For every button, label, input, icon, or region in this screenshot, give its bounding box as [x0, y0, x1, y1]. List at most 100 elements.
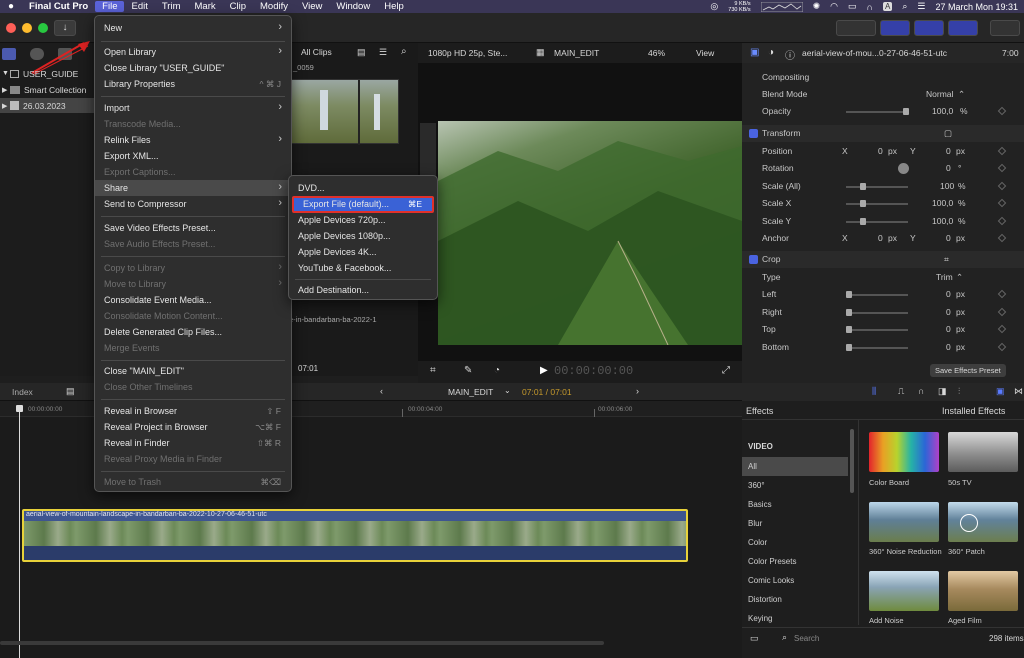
crop-checkbox[interactable] [749, 255, 758, 264]
datetime[interactable]: 27 March Mon 19:31 [935, 2, 1018, 12]
rotation-value[interactable]: 0 [946, 163, 951, 173]
audio-meters-icon[interactable]: ⫼ [872, 386, 876, 397]
menu-mark[interactable]: Mark [188, 1, 223, 12]
keyframe-button[interactable] [997, 342, 1007, 352]
crop-left-value[interactable]: 0 [946, 289, 951, 299]
apple-menu-icon[interactable]: ● [0, 1, 22, 12]
crop-left-knob[interactable] [846, 291, 852, 298]
keyframe-button[interactable] [997, 289, 1007, 299]
browser-toggle-button[interactable] [880, 20, 910, 36]
scale-y-slider[interactable] [846, 221, 908, 223]
menu-file[interactable]: File [95, 1, 125, 12]
transform-tool-icon[interactable]: ⌗ [430, 365, 436, 376]
smart-collections-item[interactable]: ▶ Smart Collection [0, 82, 95, 97]
control-center-icon[interactable]: ☰ [917, 1, 925, 12]
effect-thumb-add-noise[interactable] [869, 571, 939, 611]
viewer-view-dropdown[interactable]: View [696, 48, 714, 58]
filmstrip-view-icon[interactable]: ▤ [357, 47, 366, 58]
category-blur[interactable]: Blur [742, 514, 848, 533]
crop-header[interactable]: Crop ⌗ [742, 251, 1024, 268]
compositing-header[interactable]: Compositing [742, 69, 1024, 86]
menu-item-share[interactable]: Share › [95, 180, 291, 196]
keyframe-button[interactable] [997, 324, 1007, 334]
crop-top-value[interactable]: 0 [946, 324, 951, 334]
share-item-youtube-facebook[interactable]: YouTube & Facebook... [289, 260, 437, 276]
menu-item-close-main-edit[interactable]: Close "MAIN_EDIT" [95, 363, 291, 379]
skimming-icon[interactable]: ⎍ [898, 386, 904, 397]
category-360[interactable]: 360° [742, 476, 848, 495]
share-item-dvd[interactable]: DVD... [289, 180, 437, 196]
menu-view[interactable]: View [295, 1, 329, 12]
disclosure-icon[interactable]: ▶ [2, 86, 10, 94]
menu-help[interactable]: Help [377, 1, 411, 12]
opacity-value[interactable]: 100,0 [932, 106, 953, 116]
search-icon[interactable]: ⌕ [902, 1, 907, 12]
category-keying[interactable]: Keying [742, 609, 848, 628]
crop-overlay-icon[interactable]: ⌗ [944, 254, 949, 265]
opacity-slider[interactable] [846, 111, 908, 113]
search-icon[interactable]: ⌕ [401, 46, 407, 57]
menu-item-new[interactable]: New › [95, 20, 291, 36]
play-button[interactable]: ▶ [540, 365, 548, 376]
menu-item-consolidate-event-media[interactable]: Consolidate Event Media... [95, 292, 291, 308]
scale-y-knob[interactable] [860, 218, 866, 225]
enhance-tool-icon[interactable]: ✎ [464, 365, 472, 376]
crop-bottom-knob[interactable] [846, 344, 852, 351]
menu-item-import[interactable]: Import › [95, 100, 291, 116]
headphones-icon[interactable]: ∩ [918, 386, 924, 396]
layout-button[interactable] [836, 20, 876, 36]
menu-item-export-xml[interactable]: Export XML... [95, 148, 291, 164]
keyframe-button[interactable] [997, 233, 1007, 243]
effects-browser-icon[interactable]: ▣ [996, 386, 1005, 397]
share-item-export-file[interactable]: Export File (default)... ⌘E [292, 196, 434, 213]
position-x-value[interactable]: 0 [878, 146, 883, 156]
snapping-icon[interactable]: ⫶ [958, 386, 960, 397]
scale-all-knob[interactable] [860, 183, 866, 190]
viewer-format-label[interactable]: 1080p HD 25p, Ste... [428, 48, 507, 58]
minimize-window-button[interactable] [22, 23, 32, 33]
crop-top-knob[interactable] [846, 326, 852, 333]
import-button[interactable]: ↓ [54, 20, 76, 36]
menu-edit[interactable]: Edit [124, 1, 154, 12]
scale-x-value[interactable]: 100,0 [932, 198, 953, 208]
effect-thumb-50s-tv[interactable] [948, 432, 1018, 472]
library-item[interactable]: ▼ USER_GUIDE [0, 66, 95, 81]
menu-item-open-library[interactable]: Open Library › [95, 44, 291, 60]
app-menu[interactable]: Final Cut Pro [22, 1, 95, 12]
anchor-y-value[interactable]: 0 [946, 233, 951, 243]
event-item[interactable]: ▶ 26.03.2023 [0, 98, 95, 113]
menu-item-delete-generated-clip-files[interactable]: Delete Generated Clip Files... [95, 324, 291, 340]
crop-right-slider[interactable] [846, 312, 908, 314]
category-all[interactable]: All [742, 457, 848, 476]
keyframe-button[interactable] [997, 216, 1007, 226]
category-color[interactable]: Color [742, 533, 848, 552]
clip-filter-dropdown[interactable]: All Clips [301, 47, 332, 57]
position-y-value[interactable]: 0 [946, 146, 951, 156]
share-item-add-destination[interactable]: Add Destination... [289, 282, 437, 298]
share-item-apple-4k[interactable]: Apple Devices 4K... [289, 244, 437, 260]
video-inspector-icon[interactable]: ▣ [750, 47, 759, 58]
index-button[interactable]: Index [12, 387, 33, 397]
activity-graph-icon[interactable] [760, 1, 803, 12]
display-icon[interactable]: ▭ [848, 1, 857, 12]
share-item-apple-1080p[interactable]: Apple Devices 1080p... [289, 228, 437, 244]
menu-item-reveal-in-browser[interactable]: Reveal in Browser ⇧ F [95, 403, 291, 419]
share-item-apple-720p[interactable]: Apple Devices 720p... [289, 212, 437, 228]
category-distortion[interactable]: Distortion [742, 590, 848, 609]
fullscreen-icon[interactable]: ⤢ [722, 365, 730, 376]
speed-tool-icon[interactable]: ◔ [494, 365, 500, 376]
transform-header[interactable]: Transform ▢ [742, 125, 1024, 142]
category-color-presets[interactable]: Color Presets [742, 552, 848, 571]
clip-thumbnail[interactable] [291, 79, 399, 145]
transitions-icon[interactable]: ⋈ [1014, 386, 1023, 397]
anchor-x-value[interactable]: 0 [878, 233, 883, 243]
keyframe-button[interactable] [997, 146, 1007, 156]
zoom-window-button[interactable] [38, 23, 48, 33]
scale-x-slider[interactable] [846, 203, 908, 205]
menu-trim[interactable]: Trim [155, 1, 188, 12]
scale-y-value[interactable]: 100,0 [932, 216, 953, 226]
color-inspector-icon[interactable]: ◑ [768, 47, 774, 58]
crop-right-knob[interactable] [846, 309, 852, 316]
close-window-button[interactable] [6, 23, 16, 33]
info-inspector-icon[interactable]: ⓘ [785, 47, 795, 62]
